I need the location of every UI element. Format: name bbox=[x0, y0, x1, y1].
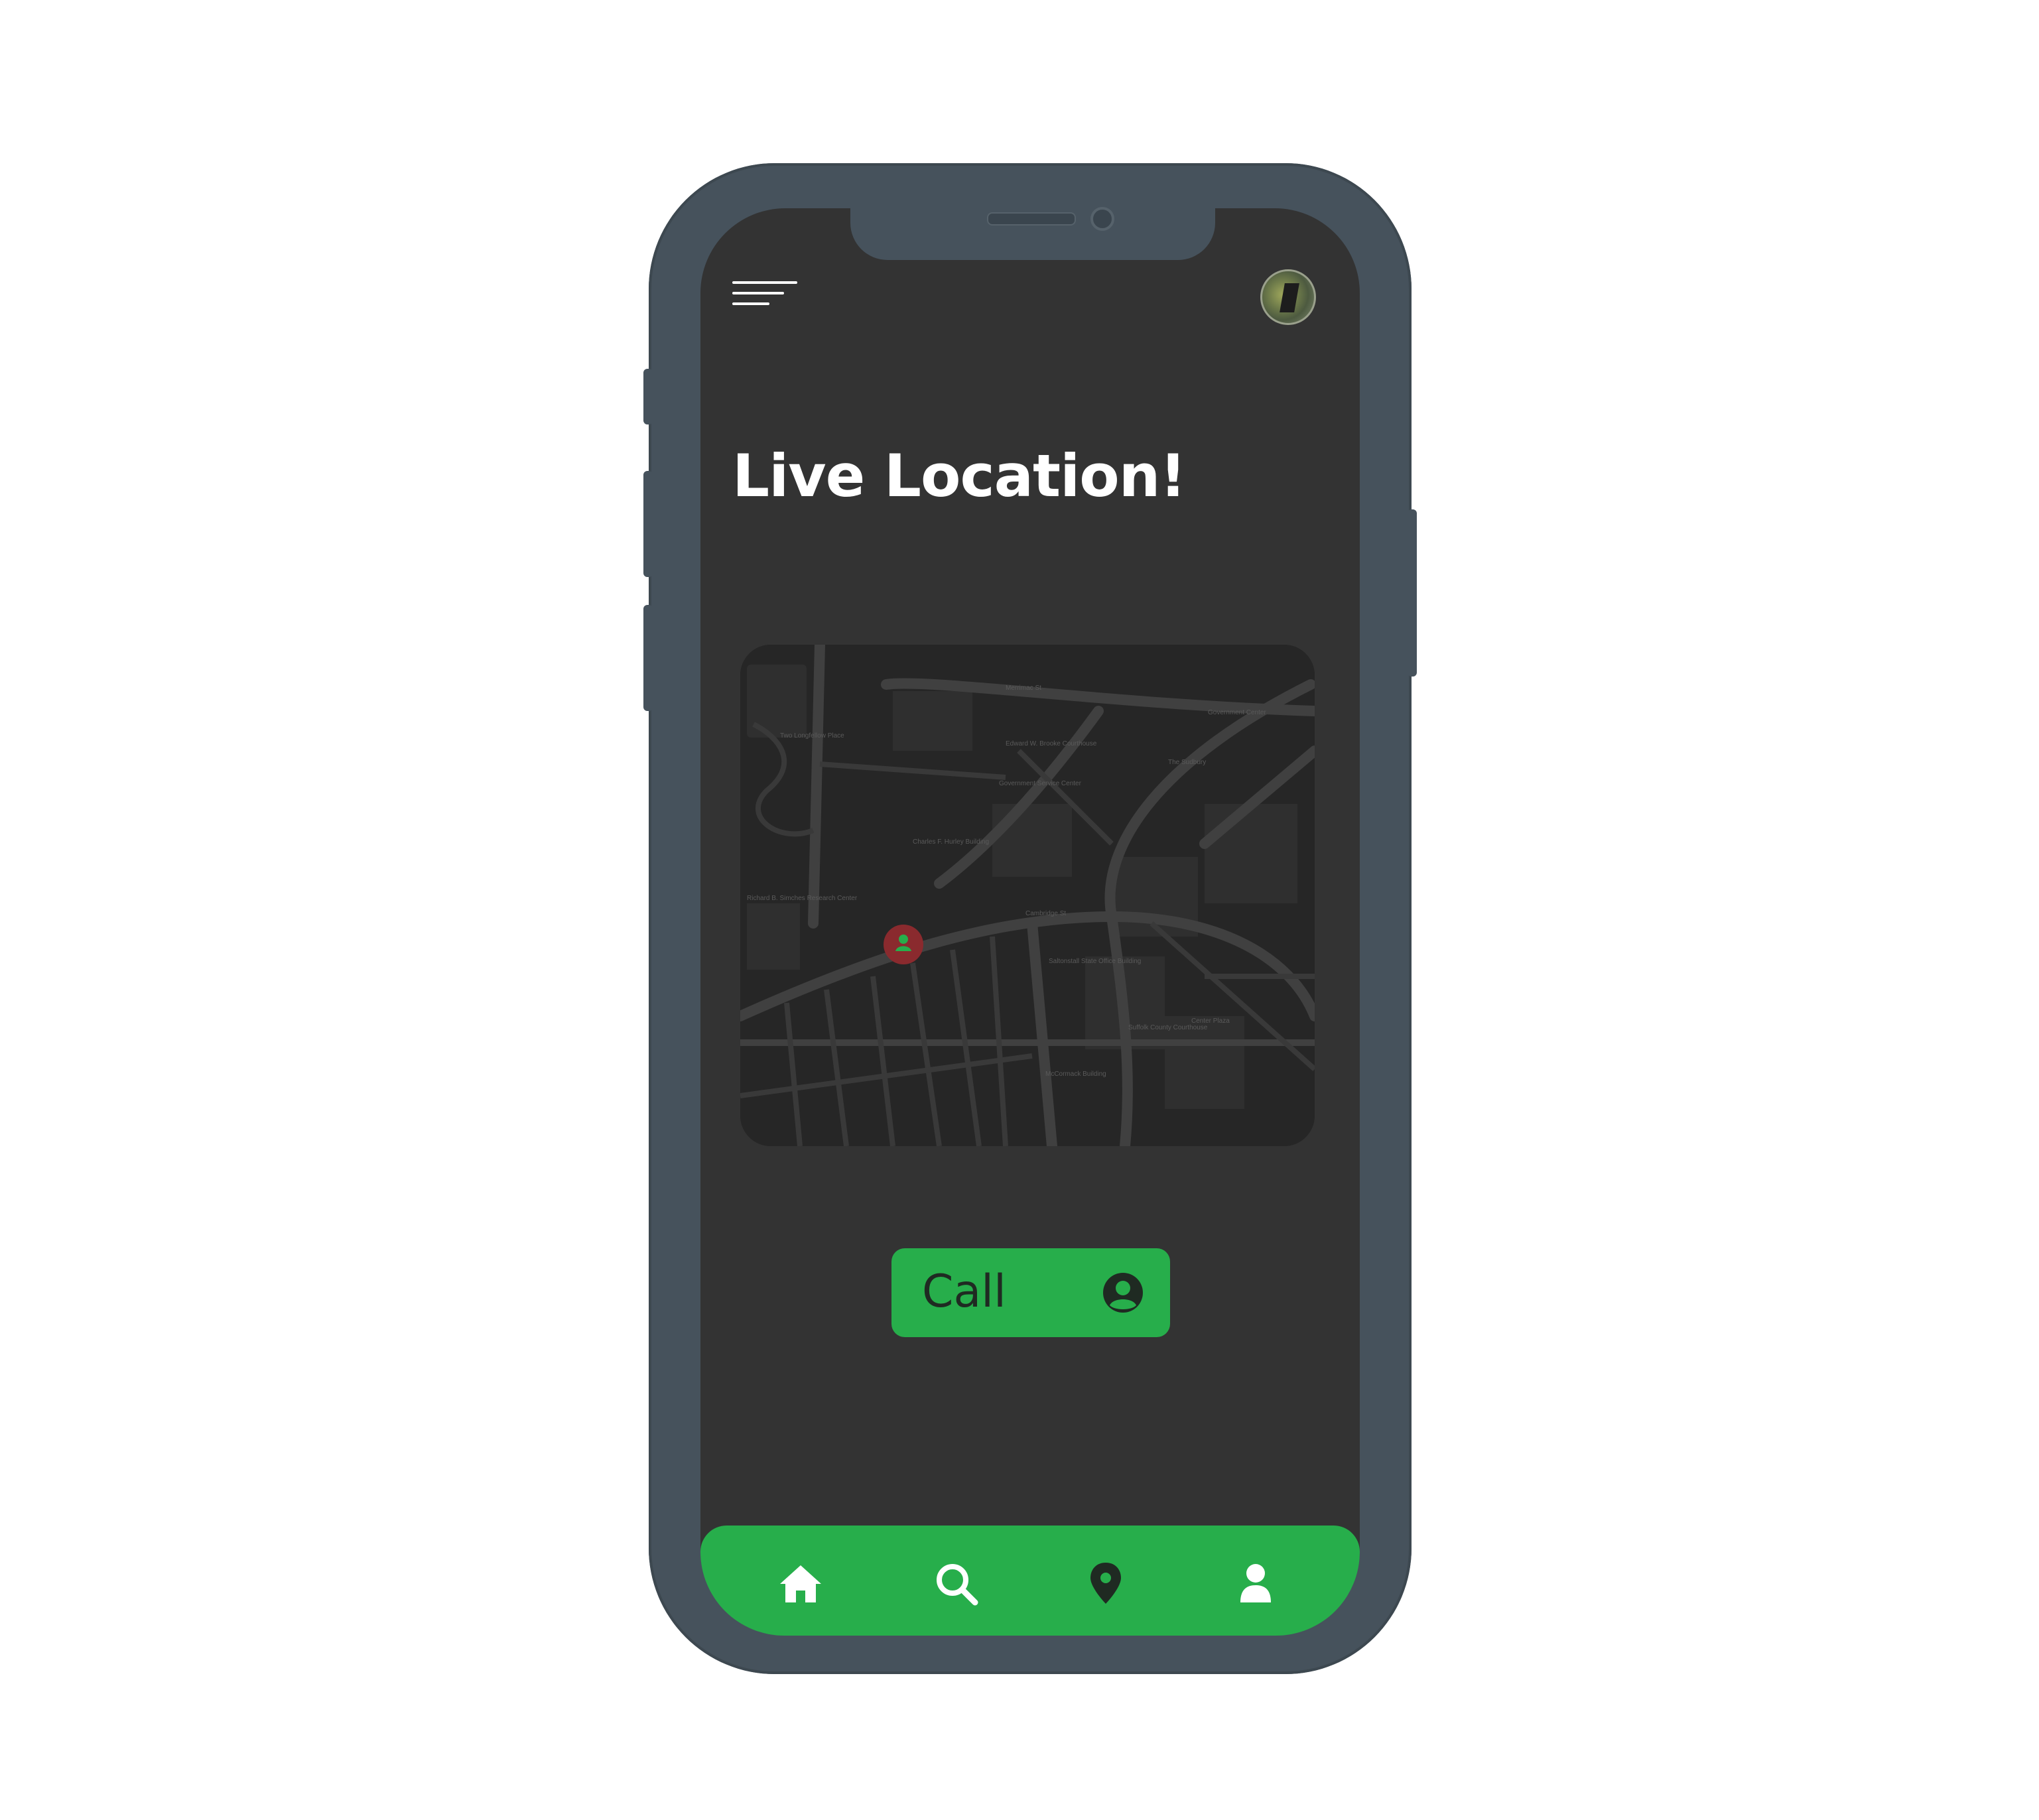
person-location-marker-icon[interactable] bbox=[884, 925, 923, 964]
nav-search[interactable] bbox=[933, 1560, 979, 1606]
map-label-center-plaza: Center Plaza bbox=[1191, 1017, 1230, 1025]
map-label-suffolk-courthouse: Suffolk County Courthouse bbox=[1128, 1024, 1208, 1031]
nav-profile[interactable] bbox=[1232, 1560, 1279, 1606]
user-circle-icon bbox=[1103, 1273, 1143, 1313]
volume-up-button bbox=[643, 471, 653, 577]
map-label-sudbury: The Sudbury bbox=[1168, 759, 1206, 766]
user-avatar[interactable] bbox=[1260, 269, 1316, 325]
map-graphic: Merrimac St Cambridge St Government Cent… bbox=[740, 645, 1315, 1146]
map-label-simches: Richard B. Simches Research Center bbox=[747, 895, 858, 902]
map-label-mccormack: McCormack Building bbox=[1045, 1071, 1106, 1078]
map-label-government-center: Government Center bbox=[1208, 709, 1266, 716]
map-label-merrimac: Merrimac St bbox=[1006, 684, 1041, 692]
page-title: Live Location! bbox=[732, 442, 1186, 510]
user-icon bbox=[1240, 1564, 1271, 1602]
nav-location[interactable] bbox=[1083, 1560, 1129, 1606]
volume-down-button bbox=[643, 605, 653, 711]
map-label-hurley-building: Charles F. Hurley Building bbox=[913, 838, 989, 846]
call-button-label: Call bbox=[922, 1266, 1006, 1318]
power-button bbox=[1408, 509, 1417, 677]
map-label-two-longfellow: Two Longfellow Place bbox=[780, 732, 844, 740]
map-label-saltonstall: Saltonstall State Office Building bbox=[1049, 958, 1141, 965]
mute-switch bbox=[643, 369, 653, 424]
live-location-map[interactable]: Merrimac St Cambridge St Government Cent… bbox=[740, 645, 1315, 1146]
front-camera bbox=[1090, 207, 1114, 231]
call-button[interactable]: Call bbox=[891, 1248, 1170, 1337]
map-label-brooke-courthouse: Edward W. Brooke Courthouse bbox=[1006, 740, 1097, 748]
map-pin-icon bbox=[1090, 1563, 1121, 1604]
hamburger-menu-icon[interactable] bbox=[732, 279, 797, 308]
notch bbox=[850, 199, 1215, 260]
earpiece-speaker bbox=[987, 212, 1076, 226]
search-icon bbox=[937, 1564, 978, 1606]
map-label-cambridge: Cambridge St bbox=[1025, 910, 1066, 917]
map-label-service-center: Government Service Center bbox=[999, 780, 1082, 787]
home-icon bbox=[780, 1565, 821, 1602]
nav-home[interactable] bbox=[777, 1560, 824, 1606]
